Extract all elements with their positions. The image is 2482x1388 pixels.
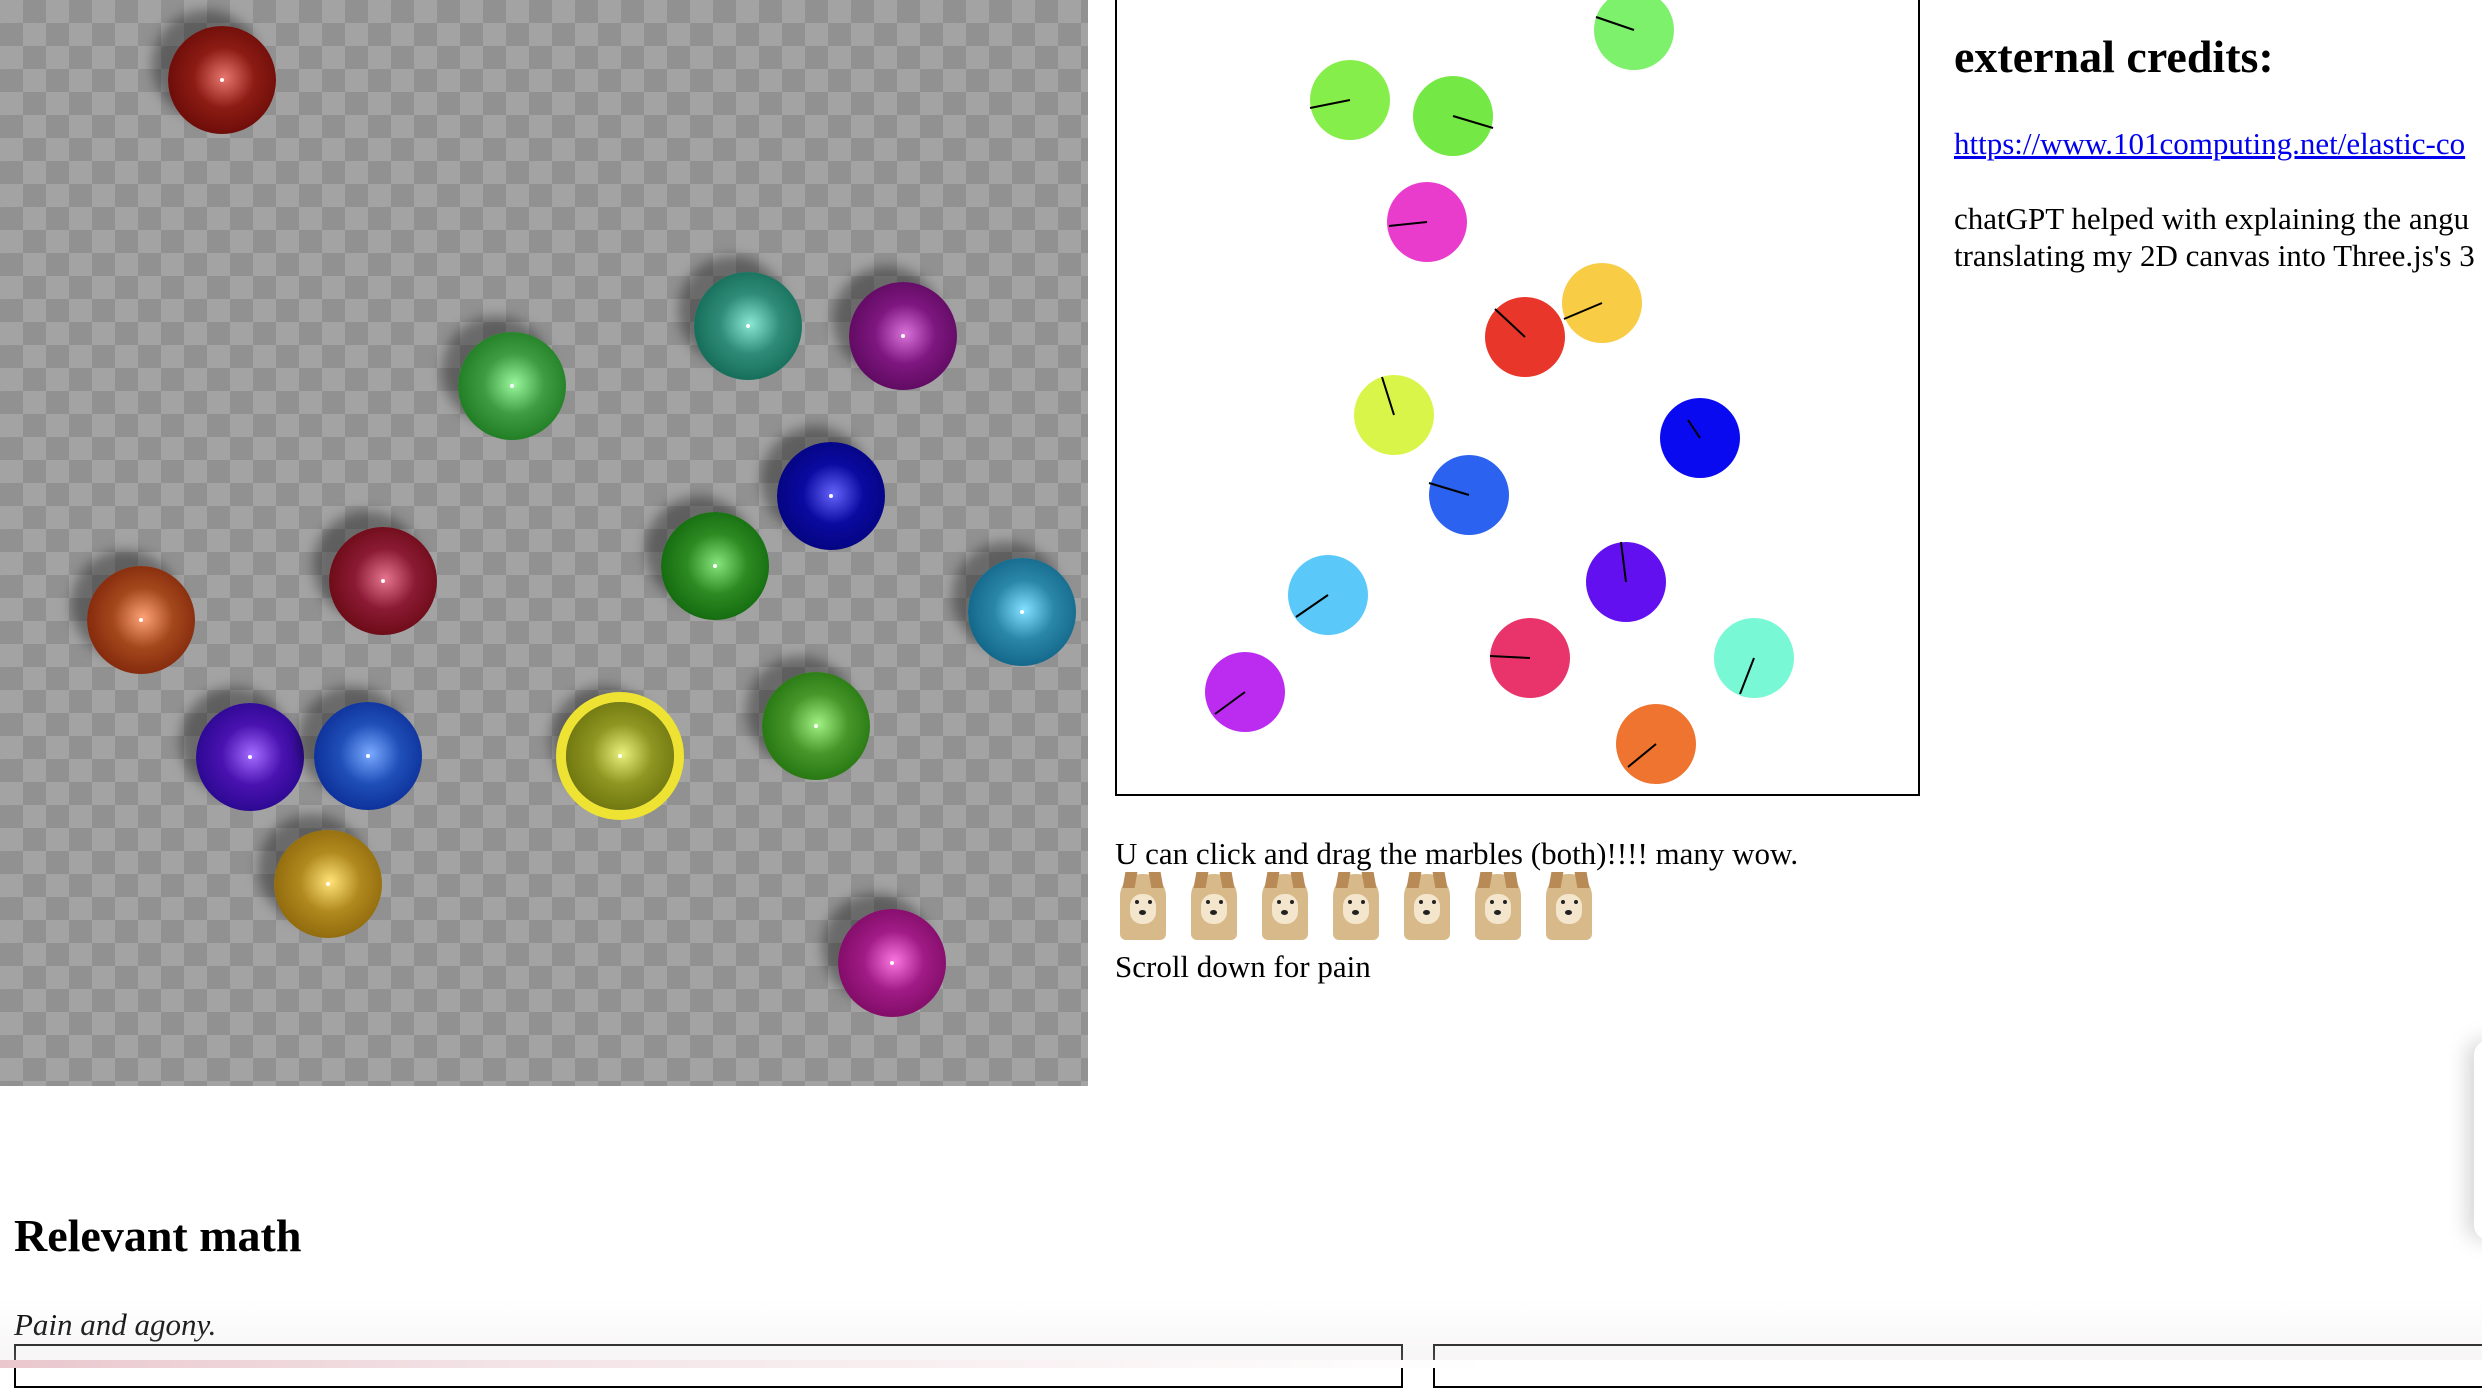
doge-emoji bbox=[1546, 872, 1592, 940]
marble-highlight-dot bbox=[1020, 610, 1024, 614]
marble-highlight-dot bbox=[381, 579, 385, 583]
marble-highlight-dot bbox=[901, 334, 905, 338]
3d-marble[interactable] bbox=[849, 282, 957, 390]
scroll-hint-text: Scroll down for pain bbox=[1115, 949, 1371, 984]
marble-highlight-dot bbox=[713, 564, 717, 568]
drag-hint-text: U can click and drag the marbles (both)!… bbox=[1115, 836, 1799, 871]
marble-highlight-dot bbox=[829, 494, 833, 498]
3d-marble[interactable] bbox=[87, 566, 195, 674]
3d-marble[interactable] bbox=[458, 332, 566, 440]
3d-marble[interactable] bbox=[968, 558, 1076, 666]
3d-marble[interactable] bbox=[329, 527, 437, 635]
marble-highlight-dot bbox=[510, 384, 514, 388]
3d-marble[interactable] bbox=[168, 26, 276, 134]
3d-marble[interactable] bbox=[274, 830, 382, 938]
marble-highlight-dot bbox=[890, 961, 894, 965]
math-heading: Relevant math bbox=[14, 1210, 302, 1261]
marble-highlight-dot bbox=[814, 724, 818, 728]
marble-highlight-dot bbox=[248, 755, 252, 759]
2d-marble[interactable] bbox=[1594, 0, 1674, 70]
doge-emoji bbox=[1262, 872, 1308, 940]
math-subtitle: Pain and agony. bbox=[14, 1307, 217, 1342]
doge-emoji bbox=[1333, 872, 1379, 940]
marble-highlight-dot bbox=[326, 882, 330, 886]
3d-marble[interactable] bbox=[314, 702, 422, 810]
doge-emoji bbox=[1404, 872, 1450, 940]
marble-highlight-dot bbox=[220, 78, 224, 82]
credits-text: chatGPT helped with explaining the angu … bbox=[1954, 201, 2475, 273]
doge-emoji bbox=[1475, 872, 1521, 940]
2d-marble-svg[interactable] bbox=[1117, 0, 1918, 794]
marble-highlight-dot bbox=[746, 324, 750, 328]
credits-link[interactable]: https://www.101computing.net/elastic-co bbox=[1954, 126, 2465, 162]
3d-marble[interactable] bbox=[777, 442, 885, 550]
3d-marble[interactable] bbox=[838, 909, 946, 1017]
marble-highlight-dot bbox=[139, 618, 143, 622]
marble-highlight-dot bbox=[618, 754, 622, 758]
3d-marble[interactable] bbox=[762, 672, 870, 780]
doge-emoji bbox=[1191, 872, 1237, 940]
3d-marble[interactable] bbox=[694, 272, 802, 380]
credits-heading: external credits: bbox=[1954, 31, 2274, 82]
2d-marble-canvas[interactable] bbox=[1115, 0, 1920, 796]
threejs-marble-canvas[interactable] bbox=[0, 0, 1088, 1086]
3d-marble[interactable] bbox=[196, 703, 304, 811]
3d-marble[interactable] bbox=[566, 702, 674, 810]
scroll-indicator bbox=[2474, 1040, 2482, 1240]
bottom-strip bbox=[0, 1360, 2482, 1368]
3d-marble[interactable] bbox=[661, 512, 769, 620]
marble-highlight-dot bbox=[366, 754, 370, 758]
doge-emoji bbox=[1120, 872, 1166, 940]
